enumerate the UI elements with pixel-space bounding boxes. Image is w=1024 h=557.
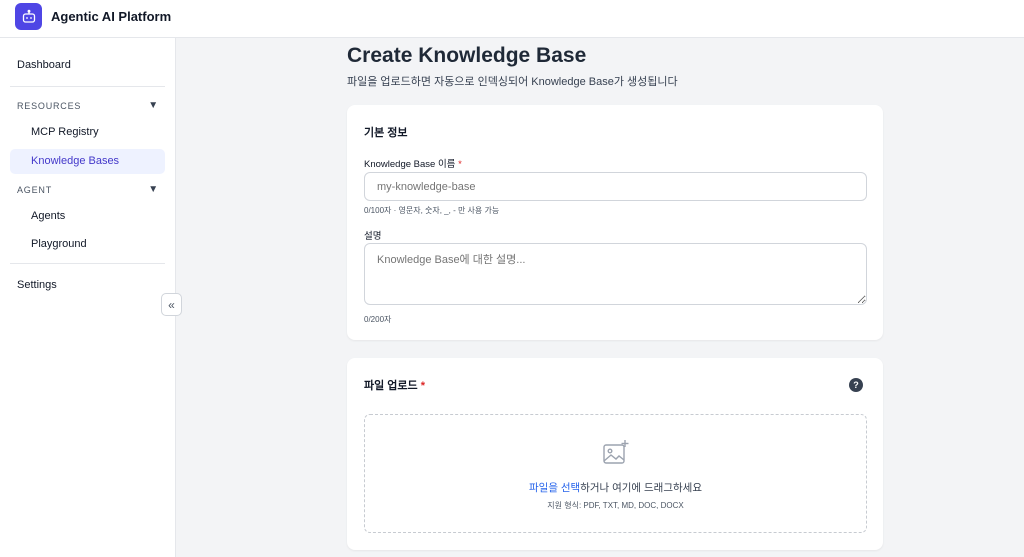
drop-text: 하거나 여기에 드래그하세요 bbox=[580, 482, 702, 494]
kb-name-hint: 0/100자 · 영문자, 숫자, _, - 만 사용 가능 bbox=[364, 206, 500, 215]
kb-name-label-text: Knowledge Base 이름 bbox=[364, 159, 456, 170]
kb-name-label: Knowledge Base 이름 * bbox=[364, 156, 462, 170]
sidebar-item-settings[interactable]: Settings bbox=[17, 279, 57, 291]
sidebar-item-playground[interactable]: Playground bbox=[10, 232, 165, 257]
section-agent-heading: AGENT bbox=[17, 184, 53, 195]
collapse-sidebar-button[interactable]: « bbox=[161, 293, 182, 316]
sidebar-item-mcp-registry[interactable]: MCP Registry bbox=[10, 120, 165, 145]
description-hint: 0/200자 bbox=[364, 315, 392, 324]
app-title: Agentic AI Platform bbox=[51, 9, 172, 24]
page-subtitle: 파일을 업로드하면 자동으로 인덱싱되어 Knowledge Base가 생성됩… bbox=[347, 76, 678, 88]
card-title: 기본 정보 bbox=[364, 127, 408, 139]
sidebar-divider bbox=[10, 263, 165, 264]
section-resources[interactable]: RESOURCES ▼ bbox=[17, 100, 159, 111]
sidebar-item-knowledge-bases[interactable]: Knowledge Bases bbox=[10, 149, 165, 174]
section-agent[interactable]: AGENT ▼ bbox=[17, 184, 159, 195]
sidebar: Dashboard RESOURCES ▼ MCP Registry Knowl… bbox=[0, 38, 176, 557]
dropzone-instruction: 파일을 선택하거나 여기에 드래그하세요 bbox=[365, 480, 866, 495]
select-file-link[interactable]: 파일을 선택 bbox=[529, 482, 580, 494]
supported-formats: 지원 형식: PDF, TXT, MD, DOC, DOCX bbox=[547, 501, 684, 510]
sidebar-item-agents[interactable]: Agents bbox=[10, 204, 165, 229]
file-dropzone[interactable]: 파일을 선택하거나 여기에 드래그하세요 지원 형식: PDF, TXT, MD… bbox=[364, 414, 867, 533]
sidebar-divider bbox=[10, 86, 165, 87]
sidebar-item-dashboard[interactable]: Dashboard bbox=[17, 59, 71, 71]
required-mark: * bbox=[420, 380, 425, 392]
help-icon[interactable]: ? bbox=[849, 378, 863, 392]
file-upload-title: 파일 업로드 * bbox=[364, 377, 425, 393]
required-mark: * bbox=[458, 159, 462, 170]
top-bar: Agentic AI Platform bbox=[0, 0, 1024, 38]
description-input[interactable] bbox=[364, 243, 867, 305]
double-chevron-left-icon: « bbox=[168, 297, 175, 312]
basic-info-card: 기본 정보 Knowledge Base 이름 * 0/100자 · 영문자, … bbox=[347, 105, 883, 340]
file-upload-title-text: 파일 업로드 bbox=[364, 380, 418, 392]
caret-down-icon: ▼ bbox=[148, 100, 159, 111]
file-upload-card: 파일 업로드 * ? 파일을 선택하거나 여기에 드래그하세요 지원 형식: P… bbox=[347, 358, 883, 550]
description-label: 설명 bbox=[364, 231, 382, 242]
kb-name-input[interactable] bbox=[364, 172, 867, 201]
page-title: Create Knowledge Base bbox=[347, 44, 587, 67]
robot-icon[interactable] bbox=[15, 3, 42, 30]
section-resources-heading: RESOURCES bbox=[17, 100, 82, 111]
caret-down-icon: ▼ bbox=[148, 184, 159, 195]
image-upload-icon bbox=[603, 440, 629, 464]
